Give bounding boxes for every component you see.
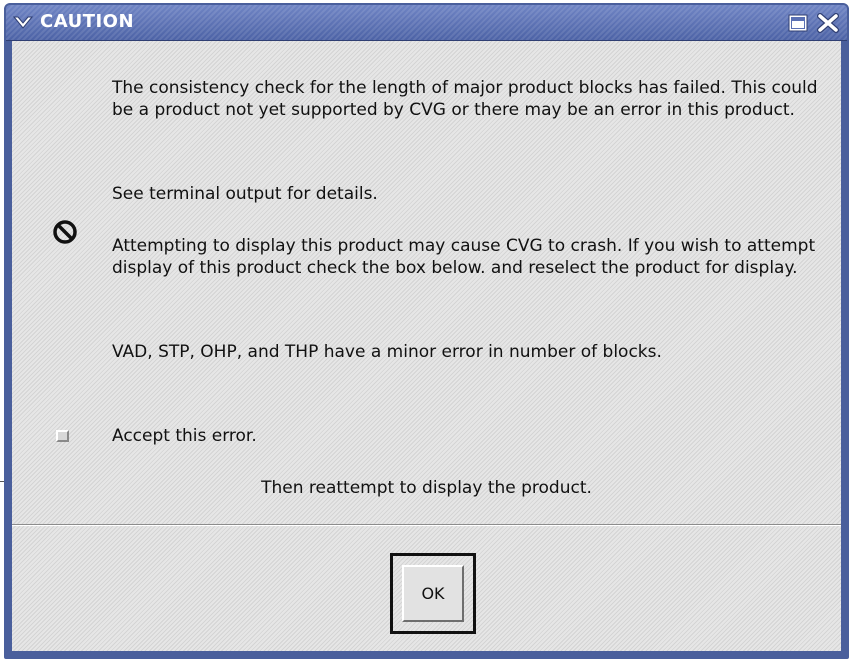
message-paragraph-3: Attempting to display this product may c… xyxy=(112,236,816,278)
accept-error-label[interactable]: Accept this error. xyxy=(112,425,257,447)
prohibited-icon xyxy=(52,219,78,245)
chevron-down-icon[interactable] xyxy=(12,13,34,33)
instruction-text: Then reattempt to display the product. xyxy=(261,478,592,498)
message-paragraph-1: The consistency check for the length of … xyxy=(112,78,818,120)
ok-button[interactable]: OK xyxy=(402,565,464,622)
close-icon[interactable] xyxy=(815,11,841,35)
message-paragraph-2: See terminal output for details. xyxy=(112,184,378,204)
accept-error-checkbox[interactable] xyxy=(56,430,69,442)
title-bar[interactable]: CAUTION xyxy=(6,5,847,41)
maximize-icon[interactable] xyxy=(785,11,811,35)
ok-button-focus-frame: OK xyxy=(390,553,476,634)
dialog-body: The consistency check for the length of … xyxy=(12,41,841,651)
window-bottom-edge[interactable] xyxy=(6,651,847,657)
separator xyxy=(12,524,841,526)
dialog-title: CAUTION xyxy=(40,11,135,32)
ok-button-label: OK xyxy=(421,584,445,603)
message-paragraph-4: VAD, STP, OHP, and THP have a minor erro… xyxy=(112,342,662,362)
caution-dialog: CAUTION The consistency check for the le… xyxy=(4,3,849,659)
